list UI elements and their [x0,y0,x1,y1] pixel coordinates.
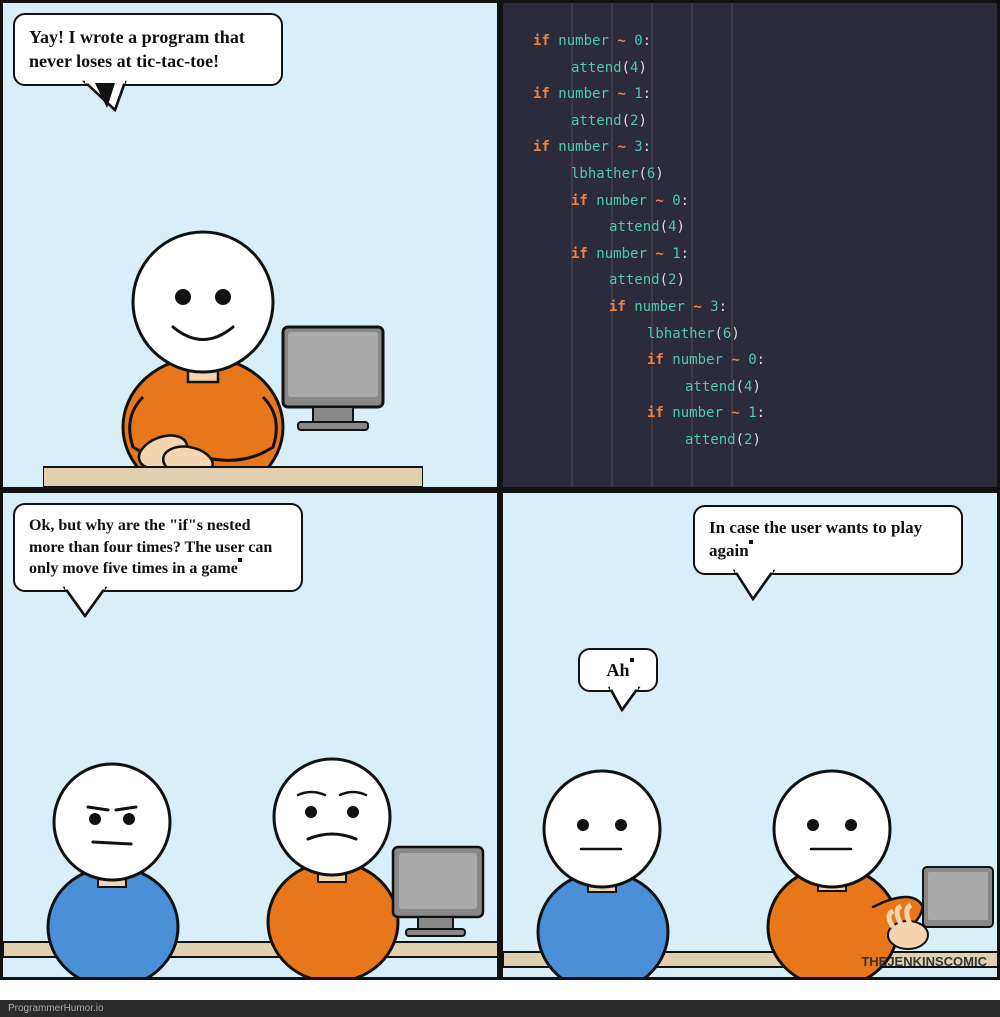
panel1-bubble-text: Yay! I wrote a program that never loses … [29,27,245,71]
panel-4: In case the user wants to play again Ah [500,490,1000,980]
panel3-bubble-text: Ok, but why are the "if"s nested more th… [29,517,272,577]
bubble3-tail [65,588,115,618]
panel1-speech-bubble: Yay! I wrote a program that never loses … [13,13,283,86]
footer-bar: ProgrammerHumor.io [0,1000,1000,1017]
panel4-main-text: In case the user wants to play again [709,518,922,560]
panel-3: Ok, but why are the "if"s nested more th… [0,490,500,980]
comic-grid: Yay! I wrote a program that never loses … [0,0,1000,1000]
bubble4-tail [735,571,785,601]
panel3-characters [3,647,500,977]
code-display: if number ~ 0: attend(4) if number ~ 1: … [503,3,997,487]
panel3-speech-bubble: Ok, but why are the "if"s nested more th… [13,503,303,592]
panel4-main-bubble: In case the user wants to play again [693,505,963,575]
creator-credit: THEJENKINSCOMIC [861,954,987,969]
footer-left-text: ProgrammerHumor.io [8,1003,104,1014]
code-content: if number ~ 0: attend(4) if number ~ 1: … [533,28,765,454]
panel4-characters [503,667,1000,977]
panel-1: Yay! I wrote a program that never loses … [0,0,500,490]
panel-2: if number ~ 0: attend(4) if number ~ 1: … [500,0,1000,490]
panel1-character [43,107,423,487]
